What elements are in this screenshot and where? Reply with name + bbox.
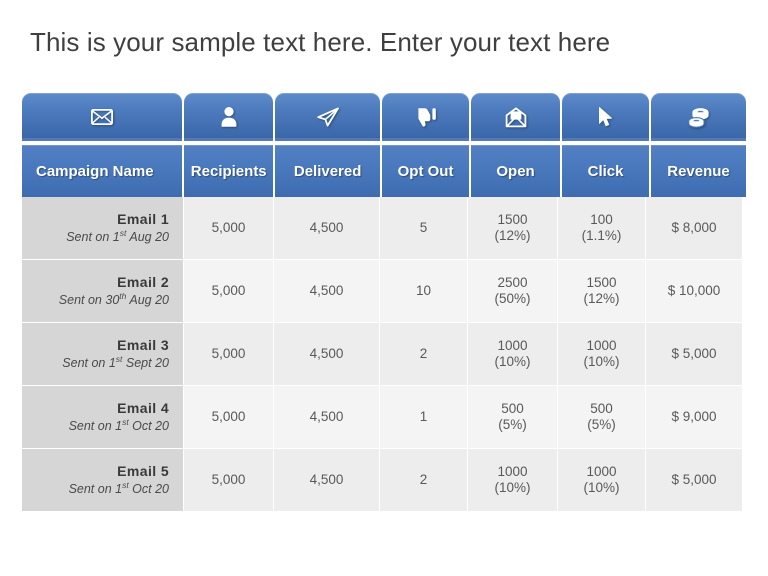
cell-open-percent: (50%) [494, 291, 531, 306]
cell-open: 1000 (10%) [468, 323, 558, 386]
cell-recipients: 5,000 [184, 449, 274, 512]
cell-open: 1000 (10%) [468, 449, 558, 512]
cell-revenue: $ 8,000 [646, 197, 742, 260]
person-icon [219, 106, 239, 128]
cell-click-percent: (10%) [583, 354, 620, 369]
campaign-sent-date: Sent on 1st Oct 20 [68, 416, 169, 433]
cell-click: 500 (5%) [558, 386, 646, 449]
cell-recipients: 5,000 [184, 323, 274, 386]
cell-click-percent: (5%) [587, 417, 616, 432]
campaign-sent-date: Sent on 1st Sept 20 [62, 353, 169, 370]
cell-click-count: 1000 [586, 337, 617, 353]
column-header-delivered[interactable]: Delivered [275, 145, 381, 197]
icon-tab-revenue[interactable] [651, 93, 746, 141]
campaign-label: Email 4 [117, 400, 169, 417]
cell-opt-out: 5 [380, 197, 468, 260]
campaign-label: Email 2 [117, 274, 169, 291]
campaign-label: Email 1 [117, 211, 169, 228]
cell-click: 1000 (10%) [558, 323, 646, 386]
cell-recipients: 5,000 [184, 386, 274, 449]
table-row[interactable]: Email 1 Sent on 1st Aug 20 5,000 4,500 5 1500… [22, 197, 746, 260]
paper-plane-icon [316, 106, 340, 128]
column-header-revenue[interactable]: Revenue [651, 145, 746, 197]
cell-open-percent: (10%) [494, 354, 531, 369]
icon-tab-campaign[interactable] [22, 93, 183, 141]
icon-tab-recipients[interactable] [184, 93, 274, 141]
table-header-row: Campaign Name Recipients Delivered Opt O… [22, 145, 746, 197]
icon-tab-delivered[interactable] [275, 93, 381, 141]
campaign-sent-date: Sent on 1st Oct 20 [68, 479, 169, 496]
table-row[interactable]: Email 2 Sent on 30th Aug 20 5,000 4,500 10 25… [22, 260, 746, 323]
cell-revenue: $ 5,000 [646, 323, 742, 386]
cell-campaign-name: Email 2 Sent on 30th Aug 20 [22, 260, 184, 323]
table-row[interactable]: Email 3 Sent on 1st Sept 20 5,000 4,500 2 100… [22, 323, 746, 386]
page-title: This is your sample text here. Enter you… [30, 27, 611, 57]
column-header-click[interactable]: Click [562, 145, 650, 197]
campaign-metrics-table: Campaign Name Recipients Delivered Opt O… [22, 93, 746, 512]
column-header-open[interactable]: Open [471, 145, 561, 197]
cell-revenue: $ 10,000 [646, 260, 742, 323]
cell-open-count: 2500 [497, 274, 528, 290]
campaign-label: Email 3 [117, 337, 169, 354]
campaign-label: Email 5 [117, 463, 169, 480]
cell-open-count: 1500 [497, 211, 528, 227]
icon-tab-open[interactable] [471, 93, 561, 141]
money-stack-icon [686, 106, 712, 128]
cell-recipients: 5,000 [184, 260, 274, 323]
open-envelope-icon [505, 107, 527, 128]
cell-click-percent: (12%) [583, 291, 620, 306]
table-row[interactable]: Email 4 Sent on 1st Oct 20 5,000 4,500 1 500(… [22, 386, 746, 449]
cell-delivered: 4,500 [274, 197, 380, 260]
cell-revenue: $ 9,000 [646, 386, 742, 449]
cell-click: 1500 (12%) [558, 260, 646, 323]
cell-click-count: 500 [590, 400, 613, 416]
cell-delivered: 4,500 [274, 260, 380, 323]
cell-open-count: 500 [501, 400, 524, 416]
cell-click-percent: (1.1%) [581, 228, 622, 243]
cell-open-count: 1000 [497, 337, 528, 353]
cell-campaign-name: Email 3 Sent on 1st Sept 20 [22, 323, 184, 386]
table-row[interactable]: Email 5 Sent on 1st Oct 20 5,000 4,500 2 1000… [22, 449, 746, 512]
cell-click-count: 100 [590, 211, 613, 227]
envelope-icon [91, 109, 114, 125]
cell-campaign-name: Email 1 Sent on 1st Aug 20 [22, 197, 184, 260]
slide-canvas: This is your sample text here. Enter you… [0, 0, 768, 576]
cell-delivered: 4,500 [274, 449, 380, 512]
cell-opt-out: 2 [380, 449, 468, 512]
column-header-opt-out[interactable]: Opt Out [382, 145, 470, 197]
cell-recipients: 5,000 [184, 197, 274, 260]
cell-delivered: 4,500 [274, 323, 380, 386]
thumbs-down-icon [415, 106, 437, 128]
cursor-arrow-icon [597, 106, 615, 128]
cell-click-count: 1000 [586, 463, 617, 479]
campaign-sent-date: Sent on 1st Aug 20 [66, 227, 169, 244]
icon-tab-click[interactable] [562, 93, 650, 141]
cell-open: 500 (5%) [468, 386, 558, 449]
cell-open-percent: (10%) [494, 480, 531, 495]
cell-open-percent: (5%) [498, 417, 527, 432]
column-header-campaign-name[interactable]: Campaign Name [22, 145, 183, 197]
cell-open-count: 1000 [497, 463, 528, 479]
cell-open: 1500 (12%) [468, 197, 558, 260]
icon-tab-row [22, 93, 746, 141]
cell-click-count: 1500 [586, 274, 617, 290]
icon-tab-opt-out[interactable] [382, 93, 470, 141]
column-header-recipients[interactable]: Recipients [184, 145, 274, 197]
table-body: Email 1 Sent on 1st Aug 20 5,000 4,500 5 1500… [22, 197, 746, 512]
cell-campaign-name: Email 4 Sent on 1st Oct 20 [22, 386, 184, 449]
cell-opt-out: 1 [380, 386, 468, 449]
cell-opt-out: 2 [380, 323, 468, 386]
cell-click: 1000 (10%) [558, 449, 646, 512]
cell-opt-out: 10 [380, 260, 468, 323]
cell-click: 100 (1.1%) [558, 197, 646, 260]
cell-open-percent: (12%) [494, 228, 531, 243]
cell-click-percent: (10%) [583, 480, 620, 495]
cell-delivered: 4,500 [274, 386, 380, 449]
cell-open: 2500 (50%) [468, 260, 558, 323]
cell-revenue: $ 5,000 [646, 449, 742, 512]
cell-campaign-name: Email 5 Sent on 1st Oct 20 [22, 449, 184, 512]
campaign-sent-date: Sent on 30th Aug 20 [58, 290, 169, 307]
